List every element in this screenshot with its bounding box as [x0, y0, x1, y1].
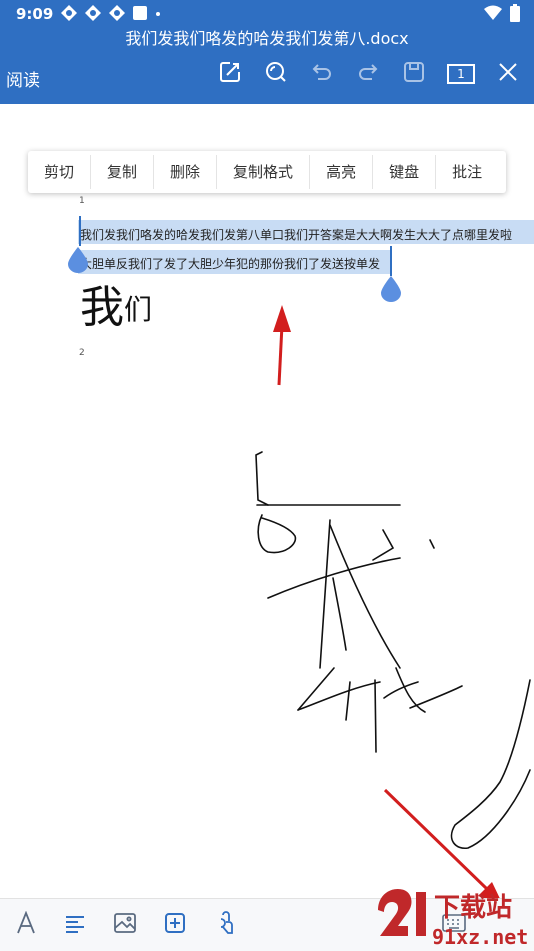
touch-pen-icon — [213, 911, 237, 939]
site-watermark-logo: 下载站 91xz.net — [378, 888, 528, 949]
insert-button[interactable] — [161, 911, 189, 939]
watermark-domain-text: 91xz.net — [432, 925, 528, 949]
font-button[interactable] — [12, 910, 40, 939]
annotation-arrows — [273, 305, 503, 905]
add-box-icon — [164, 912, 186, 938]
watermark-brand-text: 下载站 — [434, 893, 512, 923]
insert-image-button[interactable] — [111, 911, 139, 939]
font-icon — [15, 910, 37, 939]
pen-mode-button[interactable] — [211, 911, 239, 939]
paragraph-button[interactable] — [61, 911, 89, 939]
image-icon — [113, 912, 137, 938]
align-left-icon — [64, 912, 86, 938]
